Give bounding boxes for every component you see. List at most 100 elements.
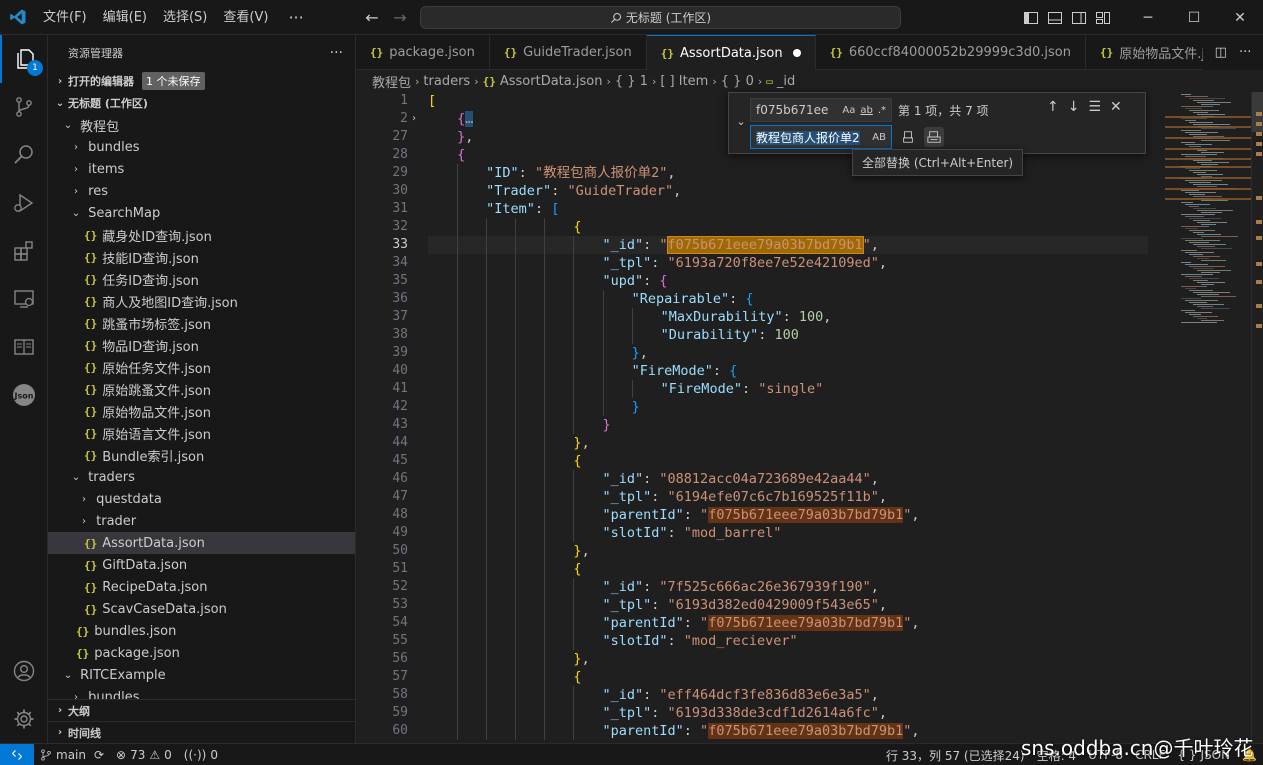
code-line[interactable]: { [428,452,1148,470]
tree-file[interactable]: {} bundles.json [48,620,355,642]
tree-file[interactable]: {} 原始跳蚤文件.json [48,378,355,400]
minimize-icon[interactable]: ─ [1125,0,1171,35]
code-line[interactable]: "_id": "7f525c666ac26e367939f190", [428,578,1148,596]
tree-folder[interactable]: ⌄ SearchMap [48,202,355,224]
menu-item[interactable]: 选择(S) [155,0,215,35]
tree-folder[interactable]: ⌄ 教程包 [48,114,355,136]
manage-button[interactable] [0,695,48,743]
tree-folder[interactable]: ⌄ RITCExample [48,664,355,686]
code-line[interactable]: { [428,668,1148,686]
code-line[interactable]: }, [428,434,1148,452]
code-line[interactable]: "Repairable": { [428,290,1148,308]
close-find-icon[interactable]: ✕ [1110,99,1122,115]
menu-item[interactable]: 查看(V) [215,0,276,35]
match-whole-word-icon[interactable]: ab [860,105,872,116]
tree-folder[interactable]: › items [48,158,355,180]
toggle-primary-sidebar-icon[interactable] [1022,9,1040,27]
breadcrumb-item[interactable]: 教程包 [372,72,411,91]
code-line[interactable]: { [428,218,1148,236]
breadcrumb-item[interactable]: traders [423,74,470,89]
tree-file[interactable]: {} 任务ID查询.json [48,268,355,290]
code-line[interactable]: "upd": { [428,272,1148,290]
replace-icon[interactable] [898,127,918,147]
editor-tab[interactable]: {} 660ccf84000052b29999c3d0.json [816,35,1086,70]
breadcrumb-item[interactable]: { } 0 [721,74,754,89]
search-view-button[interactable] [0,131,48,179]
tree-file[interactable]: {} package.json [48,642,355,664]
replace-all-icon[interactable] [924,127,944,147]
command-center-search[interactable]: 无标题 (工作区) [420,6,901,29]
code-line[interactable]: "_id": "eff464dcf3fe836d83e6e3a5", [428,686,1148,704]
tree-file[interactable]: {} 跳蚤市场标签.json [48,312,355,334]
workspace-section[interactable]: ⌄ 无标题 (工作区) [48,92,355,114]
code-line[interactable]: "_tpl": "6194efe07c6c7b169525f11b", [428,488,1148,506]
editor-tab[interactable]: {} GuideTrader.json [490,35,647,70]
code-line[interactable]: "slotId": "mod_barrel" [428,524,1148,542]
use-regex-icon[interactable]: .* [878,105,886,116]
breadcrumb-item[interactable]: [ ] Item [660,74,708,89]
code-line[interactable]: "slotId": "mod_reciever" [428,632,1148,650]
code-line[interactable]: "FireMode": "single" [428,380,1148,398]
menu-item[interactable]: 文件(F) [35,0,95,35]
breadcrumb-item[interactable]: AssortData.json [500,74,603,89]
explorer-view-button[interactable]: 1 [0,35,48,83]
tree-folder[interactable]: › bundles [48,136,355,158]
extensions-view-button[interactable] [0,227,48,275]
tree-file[interactable]: {} Bundle索引.json [48,444,355,466]
timeline-section[interactable]: › 时间线 [48,721,355,743]
code-line[interactable]: }, [428,344,1148,362]
code-editor[interactable]: 1 2 27 28 29 30 31 32 33 34 35 36 37 38 39 40 41 42 43 44 45… [356,92,1263,743]
run-debug-view-button[interactable] [0,179,48,227]
more-actions-icon[interactable]: ··· [330,45,343,61]
code-line[interactable]: }, [428,542,1148,560]
menu-more-button[interactable]: ··· [276,8,315,27]
tree-file[interactable]: {} ScavCaseData.json [48,598,355,620]
breadcrumb-item[interactable]: { } 1 [615,74,648,89]
customize-layout-icon[interactable] [1094,9,1112,27]
code-line[interactable]: "_tpl": "6193a720f8ee7e52e42109ed", [428,254,1148,272]
remote-explorer-view-button[interactable] [0,275,48,323]
find-input[interactable]: f075b671ee Aa ab .* [750,98,892,122]
code-line[interactable]: "_tpl": "6193d338de3cdf1d2614a6fc", [428,704,1148,722]
code-line[interactable]: "MaxDurability": 100, [428,308,1148,326]
close-window-icon[interactable]: ✕ [1217,0,1263,35]
code-line[interactable]: "_tpl": "6193d382ed0429009f543e65", [428,596,1148,614]
json-view-button[interactable]: Json [0,371,48,419]
tree-folder[interactable]: › res [48,180,355,202]
tree-file[interactable]: {} 商人及地图ID查询.json [48,290,355,312]
code-line[interactable]: "Trader": "GuideTrader", [428,182,1148,200]
minimap[interactable] [1165,92,1251,332]
tree-folder[interactable]: › questdata [48,488,355,510]
preserve-case-icon[interactable]: AB [872,132,886,143]
unsaved-dot-icon[interactable] [792,49,801,57]
tree-file[interactable]: {} RecipeData.json [48,576,355,598]
vertical-scrollbar[interactable] [1251,92,1263,743]
tree-file[interactable]: {} 原始物品文件.json [48,400,355,422]
menu-item[interactable]: 编辑(E) [95,0,155,35]
tree-folder[interactable]: › trader [48,510,355,532]
accounts-button[interactable] [0,647,48,695]
previous-match-icon[interactable]: ↑ [1047,99,1059,115]
code-line[interactable]: "_id": "f075b671eee79a03b7bd79b1", [428,236,1148,254]
breadcrumb-item[interactable]: _id [777,74,795,89]
tree-file[interactable]: {} 技能ID查询.json [48,246,355,268]
code-line[interactable]: "FireMode": { [428,362,1148,380]
toggle-secondary-sidebar-icon[interactable] [1070,9,1088,27]
replace-input[interactable]: 教程包商人报价单2 AB [750,125,892,149]
tree-folder[interactable]: ⌄ traders [48,466,355,488]
code-line[interactable]: { [428,560,1148,578]
book-view-button[interactable] [0,323,48,371]
tree-file[interactable]: {} 原始任务文件.json [48,356,355,378]
tree-file[interactable]: {} 藏身处ID查询.json [48,224,355,246]
more-actions-icon[interactable]: ··· [1239,45,1251,60]
find-in-selection-icon[interactable]: ☰ [1088,99,1101,115]
fold-collapsed-icon[interactable]: › [411,110,417,128]
problems-indicator[interactable]: ⊗ 73 ⚠ 0 [110,748,178,762]
toggle-replace-chevron-icon[interactable]: ⌄ [733,115,749,133]
split-editor-icon[interactable]: ◫ [1215,45,1227,60]
tree-file[interactable]: {} 物品ID查询.json [48,334,355,356]
code-line[interactable]: "_id": "08812acc04a723689e42aa44", [428,470,1148,488]
match-case-icon[interactable]: Aa [842,105,855,116]
branch-indicator[interactable]: main ⟳ [34,748,110,762]
toggle-panel-icon[interactable] [1046,9,1064,27]
